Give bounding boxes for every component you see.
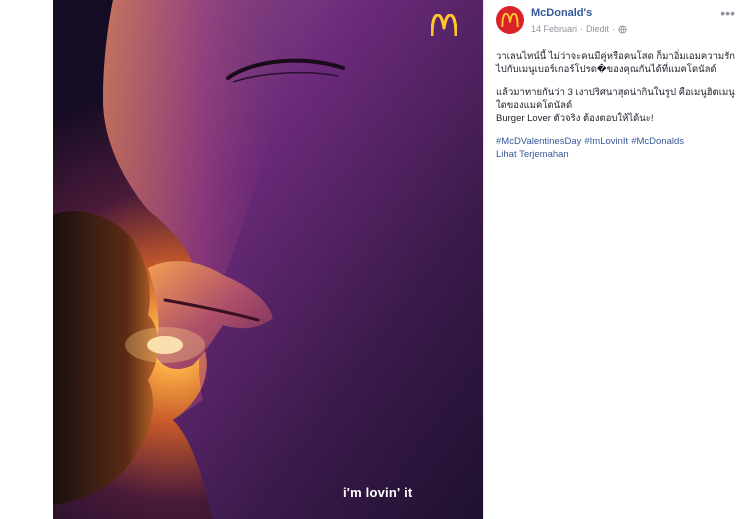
page-name-link[interactable]: McDonald's: [531, 7, 592, 19]
hashtag-link[interactable]: #McDonalds: [631, 136, 684, 147]
more-options-icon[interactable]: •••: [720, 6, 735, 20]
hashtag-link[interactable]: #ImLovinIt: [584, 136, 628, 147]
post-viewer: i'm lovin' it McDonald's 14 Februari · D…: [0, 0, 745, 519]
mcdonalds-golden-arches-icon: [431, 14, 457, 36]
ad-illustration: [53, 0, 483, 519]
ad-photo[interactable]: i'm lovin' it: [53, 0, 483, 519]
post-paragraph-line: Burger Lover ตัวจริง ต้องตอบให้ได้นะ!: [496, 113, 654, 124]
post-text: วาเลนไทน์นี้ ไม่ว่าจะคนมีคู่หรือคนโสด ก็…: [496, 50, 736, 161]
mcdonalds-avatar-arches-icon: [501, 13, 519, 27]
light-flare-halo: [125, 327, 205, 363]
hashtag-list: #McDValentinesDay #ImLovinIt #McDonalds: [496, 135, 736, 148]
post-date[interactable]: 14 Februari: [531, 24, 577, 34]
hashtag-link[interactable]: #McDValentinesDay: [496, 136, 581, 147]
edited-label[interactable]: Diedit: [586, 24, 609, 34]
page-avatar[interactable]: [496, 6, 524, 34]
post-paragraph-line: แล้วมาทายกันว่า 3 เงาปริศนาสุดน่ากินในรู…: [496, 87, 735, 111]
post-side-panel: McDonald's 14 Februari · Diedit · ••• วา…: [483, 0, 745, 519]
post-paragraph: แล้วมาทายกันว่า 3 เงาปริศนาสุดน่ากินในรู…: [496, 86, 736, 125]
ad-tagline: i'm lovin' it: [343, 485, 413, 500]
see-translation-link[interactable]: Lihat Terjemahan: [496, 148, 736, 161]
globe-icon[interactable]: [618, 24, 627, 34]
meta-separator: ·: [612, 24, 616, 34]
meta-separator: ·: [580, 24, 584, 34]
left-gutter: [0, 0, 53, 519]
post-paragraph: วาเลนไทน์นี้ ไม่ว่าจะคนมีคู่หรือคนโสด ก็…: [496, 51, 736, 75]
post-meta: 14 Februari · Diedit ·: [531, 24, 627, 34]
